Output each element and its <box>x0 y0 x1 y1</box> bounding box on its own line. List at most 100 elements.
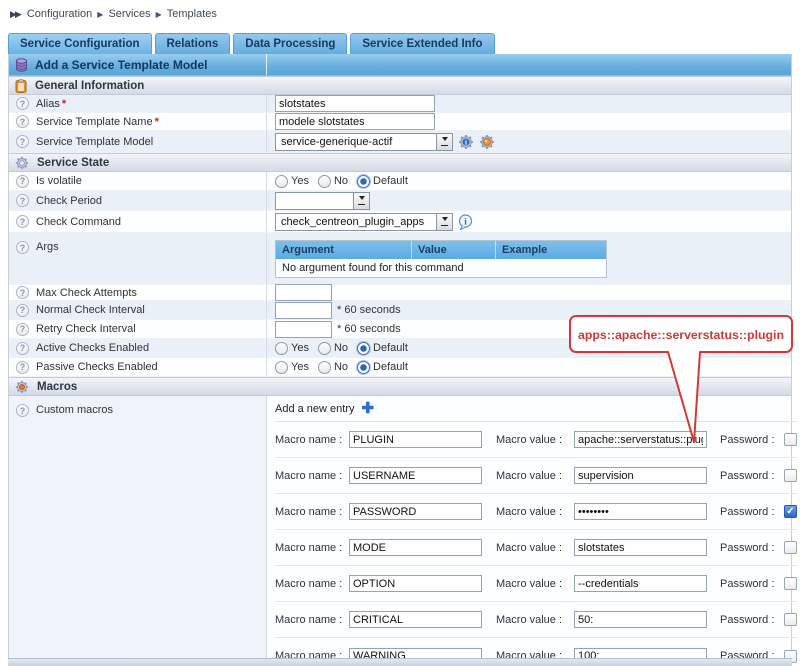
macro-name-input[interactable] <box>349 575 482 592</box>
help-icon[interactable]: ? <box>16 361 29 374</box>
args-table-empty-row: No argument found for this command <box>276 259 606 277</box>
passive-checks-radio-default[interactable] <box>357 361 370 374</box>
help-icon[interactable]: ? <box>16 304 29 317</box>
passive-checks-radio-no[interactable] <box>318 361 331 374</box>
check-command-select[interactable]: check_centreon_plugin_apps <box>275 213 453 231</box>
help-icon[interactable]: ? <box>16 194 29 207</box>
chevron-right-icon: ▶ <box>97 10 103 19</box>
field-row-alias: ? Alias* <box>9 95 791 113</box>
field-label: Service Template Name* <box>36 116 159 128</box>
tab-data-processing[interactable]: Data Processing <box>233 33 347 54</box>
macro-value-input[interactable] <box>574 575 707 592</box>
field-row-passive-checks: ? Passive Checks Enabled Yes No Default <box>9 358 791 377</box>
alias-input[interactable] <box>275 95 435 112</box>
active-checks-radio-default[interactable] <box>357 342 370 355</box>
macro-name-input[interactable] <box>349 467 482 484</box>
field-label: Check Command <box>36 216 121 228</box>
macro-name-input[interactable] <box>349 611 482 628</box>
help-icon[interactable]: ? <box>16 241 29 254</box>
macro-name-input[interactable] <box>349 431 482 448</box>
field-label: Active Checks Enabled <box>36 342 149 354</box>
password-checkbox[interactable]: ✓ <box>784 541 797 554</box>
gear-macro-icon <box>15 380 29 394</box>
breadcrumb-services[interactable]: Services <box>108 8 150 20</box>
help-icon[interactable]: ? <box>16 404 29 417</box>
macro-name-input[interactable] <box>349 539 482 556</box>
edit-template-gear-icon[interactable] <box>479 134 495 150</box>
dropdown-arrow-icon <box>436 134 452 150</box>
field-label: Is volatile <box>36 175 82 187</box>
section-macros: Macros <box>9 377 791 396</box>
help-icon[interactable]: ? <box>16 342 29 355</box>
section-title: Service State <box>37 157 109 169</box>
help-icon[interactable]: ? <box>16 215 29 228</box>
interval-suffix: * 60 seconds <box>337 304 401 316</box>
field-row-retry-check-interval: ? Retry Check Interval * 60 seconds <box>9 320 791 339</box>
field-label: Custom macros <box>36 404 113 416</box>
is-volatile-radio-yes[interactable] <box>275 175 288 188</box>
password-checkbox[interactable]: ✓ <box>784 613 797 626</box>
help-icon[interactable]: ? <box>16 97 29 110</box>
password-checkbox[interactable]: ✓ <box>784 469 797 482</box>
tab-service-configuration[interactable]: Service Configuration <box>8 33 152 54</box>
view-template-info-icon[interactable]: i <box>458 134 474 150</box>
max-check-attempts-input[interactable] <box>275 284 332 301</box>
field-label: Service Template Model <box>36 136 153 148</box>
macro-value-input[interactable] <box>574 431 707 448</box>
active-checks-radio-no[interactable] <box>318 342 331 355</box>
service-template-model-select[interactable]: service-generique-actif <box>275 133 453 151</box>
macro-row-mode: Macro name : Macro value : Password : ✓ <box>275 530 797 566</box>
field-row-service-template-name: ? Service Template Name* <box>9 113 791 131</box>
form-title-bar: Add a Service Template Model <box>9 54 791 76</box>
service-template-name-input[interactable] <box>275 113 435 130</box>
help-icon[interactable]: ? <box>16 175 29 188</box>
check-period-select[interactable] <box>275 192 370 210</box>
tab-service-extended-info[interactable]: Service Extended Info <box>350 33 494 54</box>
active-checks-radio-yes[interactable] <box>275 342 288 355</box>
password-checkbox[interactable]: ✓ <box>784 577 797 590</box>
macro-row-plugin: Macro name : Macro value : Password : ✓ <box>275 422 797 458</box>
double-arrow-icon: ▶▶ <box>10 9 20 20</box>
help-icon[interactable]: ? <box>16 115 29 128</box>
plus-icon[interactable]: ✚ <box>362 401 375 416</box>
breadcrumb-configuration[interactable]: Configuration <box>27 8 92 20</box>
normal-check-interval-input[interactable] <box>275 302 332 319</box>
macro-row-username: Macro name : Macro value : Password : ✓ <box>275 458 797 494</box>
is-volatile-radio-default[interactable] <box>357 175 370 188</box>
help-icon[interactable]: ? <box>16 286 29 299</box>
field-row-args: ? Args Argument Value Example No argumen… <box>9 233 791 285</box>
field-row-active-checks: ? Active Checks Enabled Yes No Default <box>9 339 791 358</box>
macro-value-input[interactable] <box>574 611 707 628</box>
interval-suffix: * 60 seconds <box>337 323 401 335</box>
field-row-normal-check-interval: ? Normal Check Interval * 60 seconds <box>9 301 791 320</box>
macro-value-input[interactable] <box>574 503 707 520</box>
password-checkbox[interactable]: ✓ <box>784 433 797 446</box>
tab-relations[interactable]: Relations <box>155 33 231 54</box>
command-info-icon[interactable]: i <box>458 214 473 230</box>
is-volatile-radio-no[interactable] <box>318 175 331 188</box>
service-template-form: Add a Service Template Model General Inf… <box>8 54 792 666</box>
field-label: Args <box>36 241 59 253</box>
breadcrumb-templates[interactable]: Templates <box>167 8 217 20</box>
add-new-entry[interactable]: Add a new entry ✚ <box>275 396 797 422</box>
macro-value-input[interactable] <box>574 467 707 484</box>
retry-check-interval-input[interactable] <box>275 321 332 338</box>
field-row-service-template-model: ? Service Template Model service-generiq… <box>9 131 791 153</box>
help-icon[interactable]: ? <box>16 323 29 336</box>
divider <box>266 54 267 75</box>
next-section-edge <box>8 658 792 666</box>
macro-value-input[interactable] <box>574 539 707 556</box>
gear-icon <box>15 156 29 170</box>
field-row-custom-macros: ? Custom macros Add a new entry ✚ Macro … <box>9 396 791 666</box>
macro-name-input[interactable] <box>349 503 482 520</box>
field-label: Max Check Attempts <box>36 287 137 299</box>
field-row-is-volatile: ? Is volatile Yes No Default <box>9 172 791 191</box>
breadcrumb: ▶▶ Configuration ▶ Services ▶ Templates <box>0 0 800 28</box>
help-icon[interactable]: ? <box>16 135 29 148</box>
macro-row-password: Macro name : Macro value : Password : ✓ <box>275 494 797 530</box>
clipboard-icon <box>15 79 27 93</box>
field-row-check-command: ? Check Command check_centreon_plugin_ap… <box>9 211 791 233</box>
password-checkbox[interactable]: ✓ <box>784 505 797 518</box>
field-row-max-check-attempts: ? Max Check Attempts <box>9 285 791 301</box>
passive-checks-radio-yes[interactable] <box>275 361 288 374</box>
